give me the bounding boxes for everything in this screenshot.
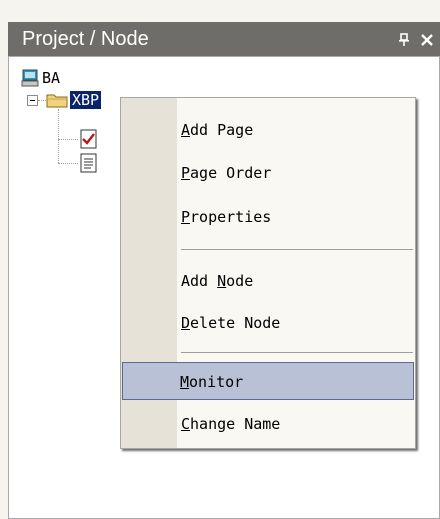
- menu-item-monitor[interactable]: Monitor: [122, 362, 414, 400]
- checkmark-page-icon: [79, 129, 99, 153]
- menu-item-label-rest: onitor: [189, 373, 244, 391]
- document-icon: [79, 153, 99, 177]
- tree-connector: [58, 139, 78, 140]
- menu-item-delete-node[interactable]: Delete Node: [179, 304, 413, 342]
- tree-node-folder[interactable]: XBP: [70, 91, 102, 109]
- menu-item-label-rest: roperties: [190, 208, 272, 226]
- menu-item-accelerator: C: [181, 415, 191, 433]
- menu-item-accelerator: M: [180, 373, 190, 391]
- menu-item-accelerator: A: [181, 121, 191, 139]
- menu-item-accelerator: D: [181, 314, 191, 332]
- menu-item-accelerator: P: [181, 164, 191, 182]
- folder-icon: [46, 91, 68, 113]
- panel-title: Project / Node: [22, 28, 149, 50]
- menu-item-label-rest: age Order: [190, 164, 272, 182]
- close-icon[interactable]: [420, 22, 434, 56]
- menu-item-label-rest: dd Page: [190, 121, 254, 139]
- tree-node-root[interactable]: BA: [42, 69, 60, 87]
- menu-item-label-rest: ode: [226, 272, 254, 290]
- menu-item-page-order[interactable]: Page Order: [179, 154, 413, 192]
- menu-item-accelerator: P: [181, 208, 191, 226]
- computer-icon: [21, 69, 39, 91]
- menu-item-add-page[interactable]: Add Page: [179, 111, 413, 149]
- menu-item-change-name[interactable]: Change Name: [179, 405, 413, 443]
- menu-item-label-rest: hange Name: [190, 415, 281, 433]
- menu-separator: [181, 249, 413, 250]
- panel-titlebar[interactable]: Project / Node: [8, 22, 440, 56]
- menu-item-add-node[interactable]: Add Node: [179, 262, 413, 300]
- collapse-toggle[interactable]: [27, 95, 38, 106]
- menu-item-properties[interactable]: Properties: [179, 198, 413, 236]
- tree-connector: [58, 163, 78, 164]
- tree-connector: [38, 100, 46, 101]
- menu-item-label-start: Add: [181, 272, 218, 290]
- pin-icon[interactable]: [398, 22, 410, 56]
- menu-item-accelerator: N: [217, 272, 227, 290]
- context-menu: Add Page Page Order Properties Add Node …: [120, 97, 416, 449]
- tree-connector: [58, 109, 59, 163]
- menu-separator: [181, 352, 413, 353]
- menu-item-label-rest: elete Node: [190, 314, 281, 332]
